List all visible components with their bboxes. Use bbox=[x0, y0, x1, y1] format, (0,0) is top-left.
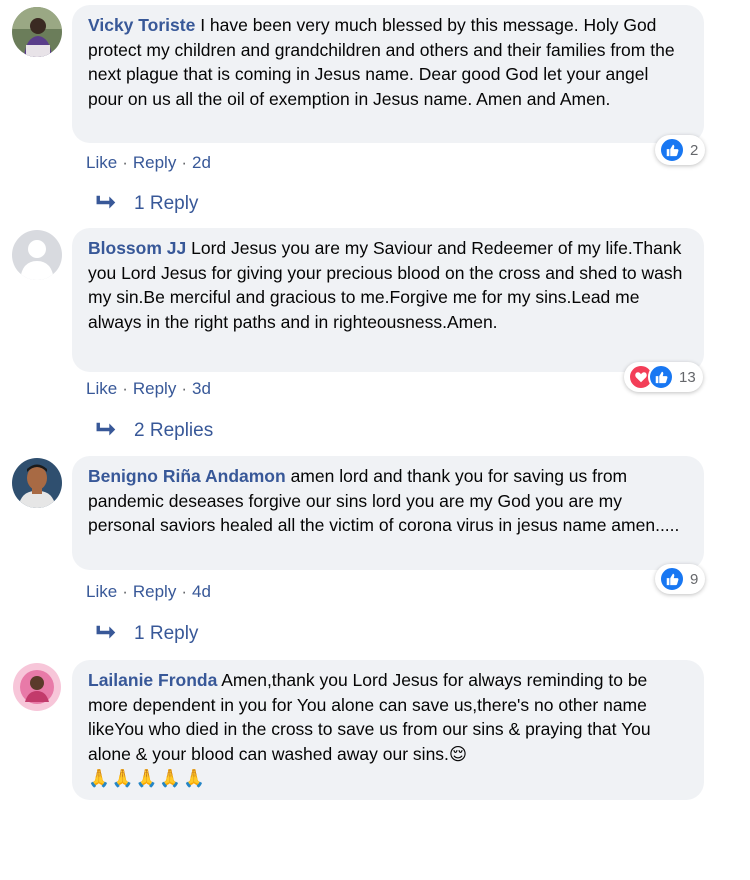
reaction-summary[interactable]: 13 bbox=[624, 362, 703, 392]
view-replies-link[interactable]: 1 Reply bbox=[92, 193, 198, 215]
replies-label: 2 Replies bbox=[134, 420, 214, 441]
like-icon bbox=[659, 566, 685, 592]
comment-actions: Like · Reply · 3d bbox=[86, 379, 211, 399]
comment-item: Benigno Riña Andamon amen lord and thank… bbox=[0, 456, 750, 676]
comment-timestamp[interactable]: 3d bbox=[192, 379, 211, 398]
separator-dot: · bbox=[181, 379, 187, 398]
separator-dot: · bbox=[181, 582, 187, 601]
comment-item: Lailanie Fronda Amen,thank you Lord Jesu… bbox=[0, 660, 750, 880]
like-button[interactable]: Like bbox=[86, 379, 117, 398]
avatar[interactable] bbox=[12, 230, 62, 280]
comment-author[interactable]: Benigno Riña Andamon bbox=[88, 466, 286, 486]
comment-bubble: Vicky Toriste I have been very much bles… bbox=[72, 5, 704, 143]
praying-hands-emoji-line: 🙏🙏🙏🙏🙏 bbox=[88, 768, 207, 788]
reply-arrow-icon bbox=[96, 195, 116, 209]
reaction-count: 13 bbox=[679, 368, 696, 386]
comment-timestamp[interactable]: 2d bbox=[192, 153, 211, 172]
comment-bubble: Benigno Riña Andamon amen lord and thank… bbox=[72, 456, 704, 570]
like-button[interactable]: Like bbox=[86, 582, 117, 601]
reply-arrow-icon bbox=[96, 625, 116, 639]
reply-button[interactable]: Reply bbox=[133, 582, 176, 601]
replies-label: 1 Reply bbox=[134, 623, 199, 644]
separator-dot: · bbox=[122, 153, 128, 172]
comment-actions: Like · Reply · 2d bbox=[86, 153, 211, 173]
reply-arrow-icon bbox=[96, 422, 116, 436]
comment-actions: Like · Reply · 4d bbox=[86, 582, 211, 602]
replies-label: 1 Reply bbox=[134, 193, 199, 214]
separator-dot: · bbox=[122, 379, 128, 398]
comment-item: Vicky Toriste I have been very much bles… bbox=[0, 5, 750, 225]
view-replies-link[interactable]: 1 Reply bbox=[92, 623, 198, 645]
comment-bubble: Blossom JJ Lord Jesus you are my Saviour… bbox=[72, 228, 704, 372]
avatar[interactable] bbox=[12, 7, 62, 57]
reply-button[interactable]: Reply bbox=[133, 379, 176, 398]
reaction-summary[interactable]: 9 bbox=[655, 564, 706, 594]
comment-author[interactable]: Vicky Toriste bbox=[88, 15, 195, 35]
comment-author[interactable]: Blossom JJ bbox=[88, 238, 186, 258]
view-replies-link[interactable]: 2 Replies bbox=[92, 420, 213, 442]
separator-dot: · bbox=[122, 582, 128, 601]
avatar[interactable] bbox=[12, 458, 62, 508]
comment-item: Blossom JJ Lord Jesus you are my Saviour… bbox=[0, 228, 750, 448]
reaction-count: 2 bbox=[690, 141, 699, 159]
like-button[interactable]: Like bbox=[86, 153, 117, 172]
avatar[interactable] bbox=[12, 662, 62, 712]
comment-author[interactable]: Lailanie Fronda bbox=[88, 670, 217, 690]
separator-dot: · bbox=[181, 153, 187, 172]
reaction-count: 9 bbox=[690, 570, 699, 588]
like-icon bbox=[659, 137, 685, 163]
reaction-summary[interactable]: 2 bbox=[655, 135, 706, 165]
comment-bubble: Lailanie Fronda Amen,thank you Lord Jesu… bbox=[72, 660, 704, 800]
like-icon bbox=[648, 364, 674, 390]
reply-button[interactable]: Reply bbox=[133, 153, 176, 172]
relieved-face-emoji: 😌 bbox=[448, 743, 468, 764]
comment-timestamp[interactable]: 4d bbox=[192, 582, 211, 601]
